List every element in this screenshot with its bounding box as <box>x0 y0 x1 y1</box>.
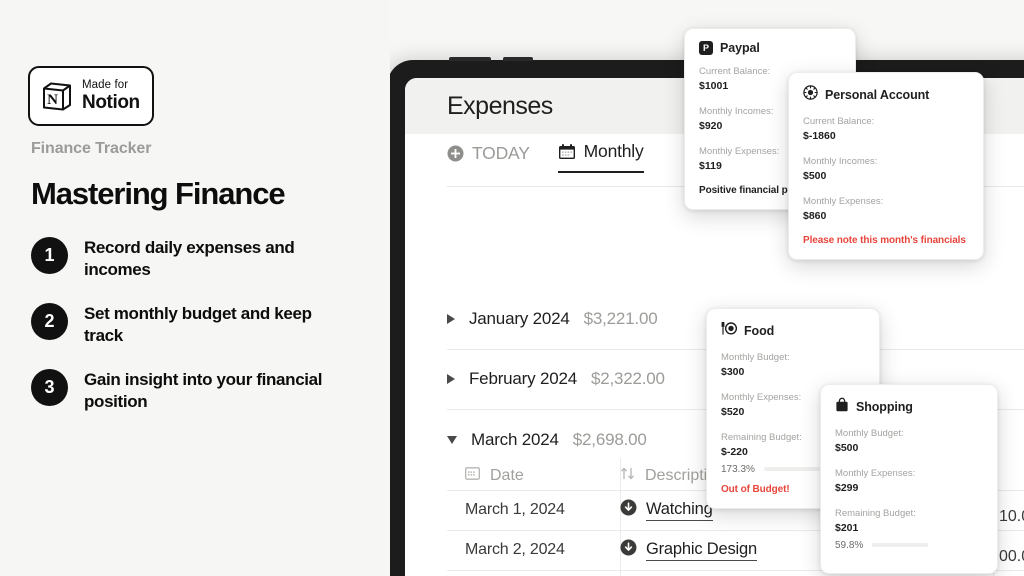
notion-cube-icon: N <box>40 79 74 113</box>
feature-item-3: 3 Gain insight into your financial posit… <box>31 368 331 412</box>
card-title-text: Shopping <box>856 400 913 414</box>
shopping-bag-icon <box>835 397 849 417</box>
feature-item-2: 2 Set monthly budget and keep track <box>31 302 331 346</box>
paypal-icon: P <box>699 41 713 55</box>
badge-made-for-label: Made for <box>82 78 129 91</box>
budget-progress: 59.8% <box>835 540 983 551</box>
month-row-january[interactable]: January 2024 $3,221.00 <box>447 309 658 329</box>
feature-number-badge: 1 <box>31 237 68 274</box>
globe-circle-icon <box>803 85 818 105</box>
svg-text:N: N <box>47 92 58 108</box>
chevron-down-icon[interactable] <box>447 436 457 444</box>
field-value: $299 <box>835 481 859 494</box>
month-name: March 2024 <box>471 430 559 449</box>
table-row[interactable]: March 1, 2024 Watching <box>465 499 713 521</box>
card-title-text: Paypal <box>720 41 760 55</box>
field-remaining-budget: Remaining Budget: $201 <box>835 507 983 536</box>
page-title: Expenses <box>447 92 553 120</box>
feature-number-badge: 2 <box>31 303 68 341</box>
chevron-right-icon[interactable] <box>447 374 455 384</box>
cell-description[interactable]: Graphic Design <box>620 539 757 561</box>
cell-date: March 1, 2024 <box>465 501 565 518</box>
card-personal-account[interactable]: Personal Account Current Balance: $-1860… <box>788 72 984 260</box>
field-value: $860 <box>803 209 827 222</box>
field-label: Monthly Expenses: <box>835 467 916 479</box>
progress-percent-label: 173.3% <box>721 463 755 475</box>
tab-today-label: TODAY <box>472 143 530 163</box>
cell-amount: 10.0 <box>999 508 1024 525</box>
calendar-icon <box>465 466 480 486</box>
chevron-right-icon[interactable] <box>447 314 455 324</box>
down-arrow-circle-icon <box>620 499 637 521</box>
tab-bar: TODAY Monthly <box>447 141 644 173</box>
column-header-date[interactable]: Date <box>465 466 620 486</box>
description-text: Watching <box>646 500 713 521</box>
feature-number-badge: 3 <box>31 369 68 407</box>
cell-description[interactable]: Watching <box>620 499 713 521</box>
field-monthly-budget: Monthly Budget: $500 <box>835 427 983 456</box>
badge-brand-label: Notion <box>82 92 140 114</box>
feature-item-1: 1 Record daily expenses and incomes <box>31 236 331 280</box>
field-value: $300 <box>721 365 745 378</box>
column-header-date-label: Date <box>490 467 524 484</box>
month-name: February 2024 <box>469 369 577 388</box>
made-for-notion-badge: N Made for Notion <box>28 66 154 126</box>
progress-bar <box>763 467 820 472</box>
field-label: Current Balance: <box>803 116 875 127</box>
field-label: Monthly Expenses: <box>803 195 884 207</box>
field-value: $-1860 <box>803 129 836 142</box>
month-name: January 2024 <box>469 309 570 328</box>
field-label: Remaining Budget: <box>835 507 916 519</box>
field-monthly-incomes: Monthly Incomes: $500 <box>803 155 969 184</box>
field-label: Monthly Incomes: <box>803 155 878 167</box>
tablet-volume-button-down[interactable] <box>503 57 533 61</box>
tab-today[interactable]: TODAY <box>447 143 530 173</box>
feature-text: Record daily expenses and incomes <box>84 238 295 279</box>
card-title-text: Personal Account <box>825 88 930 102</box>
field-value: $500 <box>835 441 859 454</box>
table-header-row: Date Description <box>465 466 725 486</box>
field-monthly-budget: Monthly Budget: $300 <box>721 351 865 380</box>
status-note: Please note this month's financials <box>803 234 966 246</box>
month-amount: $2,698.00 <box>572 430 647 449</box>
headline: Mastering Finance <box>31 176 286 211</box>
tablet-volume-button-up[interactable] <box>449 57 491 61</box>
month-amount: $2,322.00 <box>590 369 665 388</box>
field-monthly-expenses: Monthly Expenses: $860 <box>803 195 969 224</box>
progress-percent-label: 59.8% <box>835 539 864 551</box>
cell-date: March 2, 2024 <box>465 541 565 558</box>
table-row[interactable]: March 2, 2024 Graphic Design <box>465 539 757 561</box>
card-shopping[interactable]: Shopping Monthly Budget: $500 Monthly Ex… <box>820 384 998 574</box>
tab-monthly[interactable]: Monthly <box>557 141 644 173</box>
feature-list: 1 Record daily expenses and incomes 2 Se… <box>31 236 331 434</box>
field-monthly-expenses: Monthly Expenses: $299 <box>835 467 983 496</box>
calendar-icon <box>558 143 576 161</box>
card-title: Personal Account <box>803 85 969 105</box>
down-arrow-circle-icon <box>620 539 637 561</box>
description-text: Graphic Design <box>646 540 757 561</box>
card-title: P Paypal <box>699 41 841 55</box>
plus-circle-icon <box>447 145 464 162</box>
feature-text: Set monthly budget and keep track <box>84 304 312 345</box>
category-label: Finance Tracker <box>31 140 152 157</box>
promo-panel: N Made for Notion Finance Tracker Master… <box>0 0 390 576</box>
field-current-balance: Current Balance: $-1860 <box>803 115 969 144</box>
month-amount: $3,221.00 <box>583 309 658 328</box>
fork-plate-icon <box>721 321 738 341</box>
cell-amount: 00.0 <box>999 548 1024 565</box>
field-value: $500 <box>803 169 827 182</box>
field-value: $201 <box>835 521 859 534</box>
sort-arrows-icon <box>620 466 635 486</box>
feature-text: Gain insight into your financial positio… <box>84 370 323 411</box>
card-title: Shopping <box>835 397 983 417</box>
month-row-february[interactable]: February 2024 $2,322.00 <box>447 369 665 389</box>
field-label: Monthly Budget: <box>835 428 904 439</box>
tab-monthly-label: Monthly <box>583 141 644 161</box>
progress-bar <box>872 543 929 548</box>
card-title: Food <box>721 321 865 341</box>
month-row-march[interactable]: March 2024 $2,698.00 <box>447 430 647 450</box>
field-label: Monthly Budget: <box>721 352 790 363</box>
card-title-text: Food <box>744 324 775 338</box>
